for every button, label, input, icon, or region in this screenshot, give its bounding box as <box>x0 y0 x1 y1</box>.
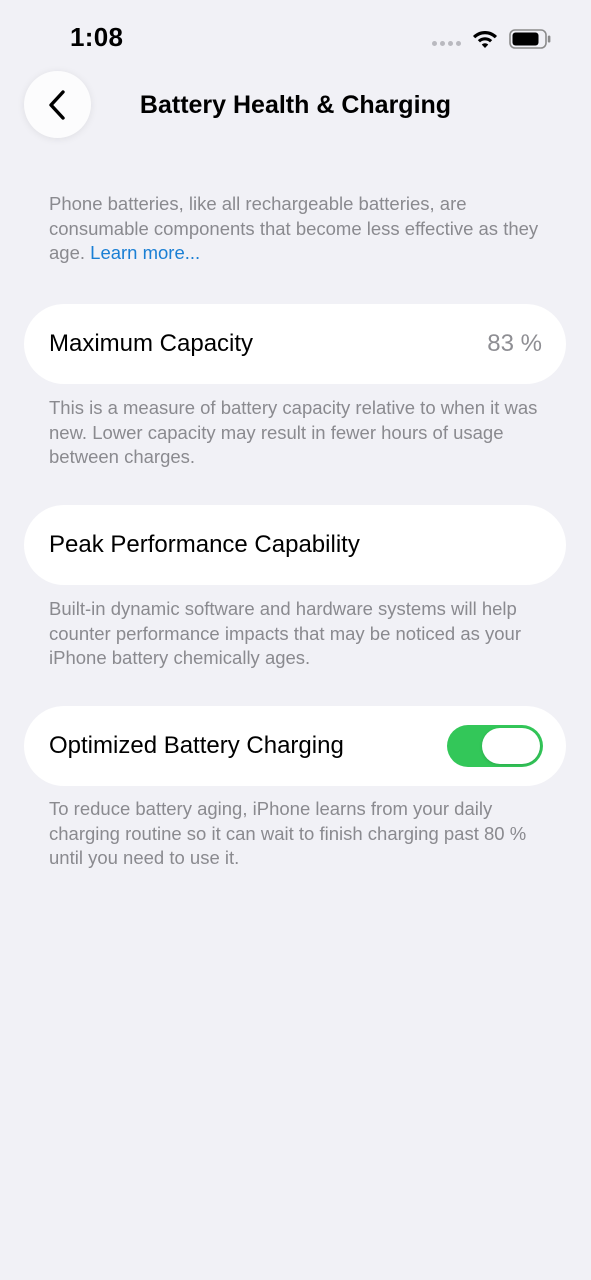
intro-text: Phone batteries, like all rechargeable b… <box>49 192 549 266</box>
battery-icon <box>509 29 551 49</box>
peak-performance-row[interactable]: Peak Performance Capability <box>24 505 566 585</box>
learn-more-link[interactable]: Learn more... <box>90 242 200 263</box>
optimized-charging-row: Optimized Battery Charging <box>24 706 566 786</box>
wifi-icon <box>473 31 497 48</box>
status-bar: 1:08 <box>0 0 591 80</box>
toggle-knob <box>482 728 540 764</box>
optimized-charging-toggle[interactable] <box>447 725 543 767</box>
optimized-charging-label: Optimized Battery Charging <box>49 732 344 759</box>
nav-bar: Battery Health & Charging <box>0 70 591 140</box>
maximum-capacity-value: 83 % <box>487 330 542 357</box>
peak-performance-label: Peak Performance Capability <box>49 531 360 558</box>
signal-icon <box>432 41 461 46</box>
status-time: 1:08 <box>70 22 124 52</box>
maximum-capacity-footnote: This is a measure of battery capacity re… <box>49 397 538 467</box>
peak-performance-footnote: Built-in dynamic software and hardware s… <box>49 598 521 668</box>
maximum-capacity-label: Maximum Capacity <box>49 330 254 357</box>
optimized-charging-footnote: To reduce battery aging, iPhone learns f… <box>49 798 527 868</box>
page-title: Battery Health & Charging <box>139 91 452 119</box>
maximum-capacity-row: Maximum Capacity 83 % <box>24 304 566 384</box>
